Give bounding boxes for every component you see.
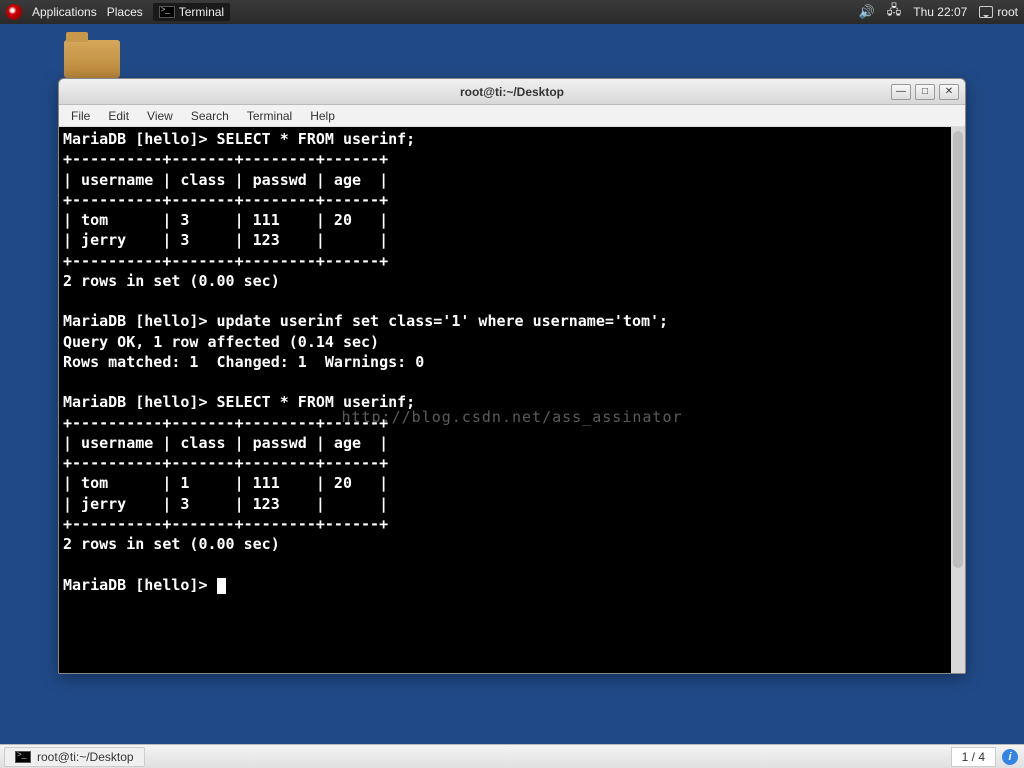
scrollbar[interactable] (951, 127, 965, 673)
cmd-update: update userinf set class='1' where usern… (217, 312, 669, 330)
rows-in-set: 2 rows in set (0.00 sec) (63, 272, 280, 290)
table-border: +----------+-------+--------+------+ (63, 454, 388, 472)
menu-help[interactable]: Help (302, 107, 343, 125)
minimize-button[interactable]: — (891, 84, 911, 100)
user-label: root (997, 5, 1018, 19)
terminal-window: root@ti:~/Desktop — □ ✕ File Edit View S… (58, 78, 966, 674)
folder-icon (64, 40, 120, 78)
taskbar-task-label: root@ti:~/Desktop (37, 750, 134, 764)
query-ok: Query OK, 1 row affected (0.14 sec) (63, 333, 379, 351)
volume-icon[interactable]: 🔊 (859, 4, 875, 20)
clock[interactable]: Thu 22:07 (913, 5, 967, 19)
titlebar[interactable]: root@ti:~/Desktop — □ ✕ (59, 79, 965, 105)
prompt: MariaDB [hello]> (63, 576, 217, 594)
info-icon[interactable]: i (1002, 749, 1018, 765)
distro-icon (6, 4, 22, 20)
user-icon (979, 6, 993, 18)
rows-in-set: 2 rows in set (0.00 sec) (63, 535, 280, 553)
menu-search[interactable]: Search (183, 107, 237, 125)
table-row: | jerry | 3 | 123 | | (63, 231, 388, 249)
rows-matched: Rows matched: 1 Changed: 1 Warnings: 0 (63, 353, 424, 371)
prompt: MariaDB [hello]> (63, 312, 217, 330)
maximize-button[interactable]: □ (915, 84, 935, 100)
bottom-panel: root@ti:~/Desktop 1 / 4 i (0, 744, 1024, 768)
prompt: MariaDB [hello]> (63, 393, 217, 411)
cmd-select-1: SELECT * FROM userinf; (217, 130, 416, 148)
table-header: | username | class | passwd | age | (63, 171, 388, 189)
menu-view[interactable]: View (139, 107, 181, 125)
menu-edit[interactable]: Edit (100, 107, 137, 125)
menubar: File Edit View Search Terminal Help (59, 105, 965, 127)
terminal-icon (15, 751, 31, 763)
top-panel: Applications Places Terminal 🔊 🖧 Thu 22:… (0, 0, 1024, 24)
places-menu[interactable]: Places (107, 5, 143, 19)
menu-terminal[interactable]: Terminal (239, 107, 300, 125)
table-row: | tom | 3 | 111 | 20 | (63, 211, 388, 229)
close-button[interactable]: ✕ (939, 84, 959, 100)
taskbar-task-terminal[interactable]: root@ti:~/Desktop (4, 747, 145, 767)
table-border: +----------+-------+--------+------+ (63, 414, 388, 432)
user-menu[interactable]: root (979, 5, 1018, 19)
table-border: +----------+-------+--------+------+ (63, 252, 388, 270)
network-icon[interactable]: 🖧 (887, 1, 902, 23)
applications-menu[interactable]: Applications (32, 5, 97, 19)
table-border: +----------+-------+--------+------+ (63, 191, 388, 209)
panel-task-label: Terminal (179, 5, 224, 19)
workspace-indicator[interactable]: 1 / 4 (951, 747, 996, 767)
panel-task-terminal[interactable]: Terminal (153, 3, 230, 21)
table-border: +----------+-------+--------+------+ (63, 515, 388, 533)
terminal-body[interactable]: MariaDB [hello]> SELECT * FROM userinf; … (59, 127, 965, 673)
window-title: root@ti:~/Desktop (59, 85, 965, 99)
terminal-icon (159, 6, 175, 18)
prompt: MariaDB [hello]> (63, 130, 217, 148)
menu-file[interactable]: File (63, 107, 98, 125)
cursor (217, 578, 226, 594)
table-row: | jerry | 3 | 123 | | (63, 495, 388, 513)
table-border: +----------+-------+--------+------+ (63, 150, 388, 168)
cmd-select-2: SELECT * FROM userinf; (217, 393, 416, 411)
scrollbar-thumb[interactable] (953, 131, 963, 568)
table-row: | tom | 1 | 111 | 20 | (63, 474, 388, 492)
table-header: | username | class | passwd | age | (63, 434, 388, 452)
